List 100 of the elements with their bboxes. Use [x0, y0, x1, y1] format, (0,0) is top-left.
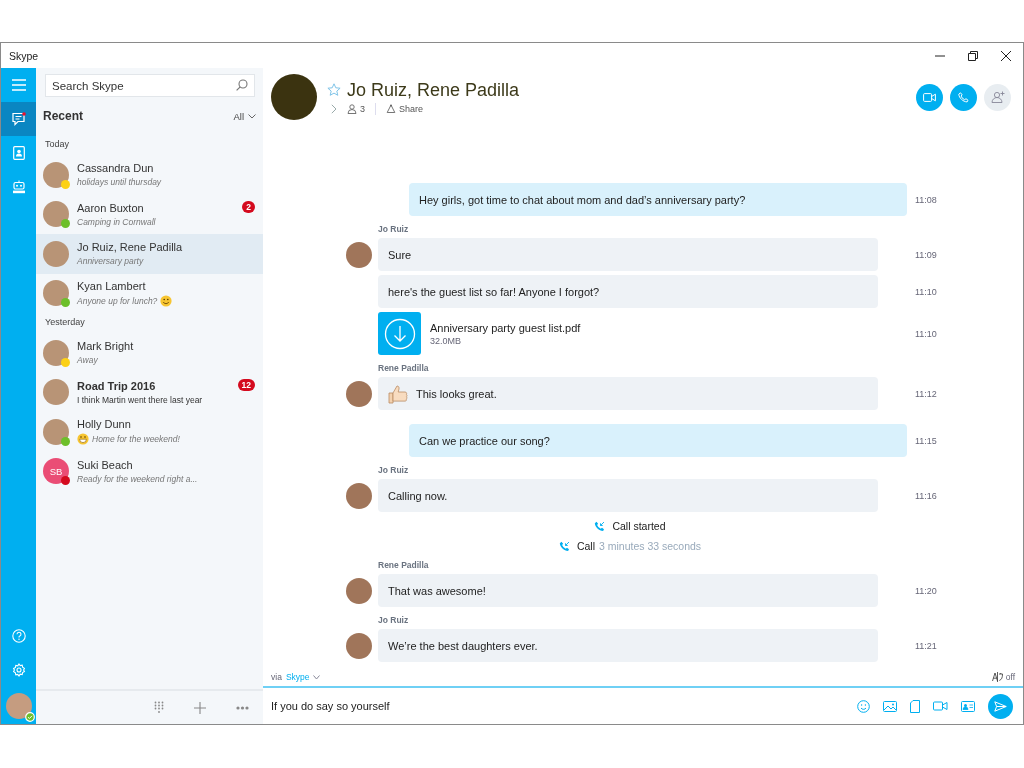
translator-toggle[interactable]: off: [991, 672, 1015, 682]
sender-name: Rene Padilla: [378, 363, 430, 373]
search-icon: [236, 79, 248, 91]
restore-icon[interactable]: [968, 50, 978, 61]
emoji-icon[interactable]: [857, 699, 870, 713]
recent-heading: Recent: [43, 109, 83, 123]
avatar-photo: [43, 418, 69, 445]
initials-avatar: SB: [43, 458, 69, 485]
unread-count-badge: 2: [242, 200, 255, 213]
message-preview: Anniversary party: [77, 256, 144, 267]
sender-name: Jo Ruiz: [378, 615, 410, 625]
share-icon: [386, 103, 396, 114]
search-field[interactable]: Search Skype: [45, 74, 255, 97]
send-button[interactable]: [988, 693, 1013, 719]
contact-card-icon[interactable]: [961, 700, 975, 712]
message-preview: holidays until thursday: [77, 177, 162, 188]
window-title: Skype: [9, 49, 39, 62]
conversation-item[interactable]: SB Suki Beach Ready for the weekend right a...: [36, 451, 263, 491]
message-time: 11:15: [915, 435, 938, 446]
chats-tab[interactable]: [1, 102, 36, 136]
message-time: 11:09: [915, 249, 938, 260]
star-icon[interactable]: [327, 83, 341, 97]
contact-name: Jo Ruiz, Rene Padilla: [77, 241, 184, 254]
conversation-item[interactable]: Road Trip 2016 I think Martin went there last year 12: [36, 372, 263, 412]
image-icon[interactable]: [883, 700, 897, 712]
file-size: 32.0MB: [430, 335, 463, 346]
profile-avatar[interactable]: [5, 693, 32, 719]
robot-icon[interactable]: [11, 180, 26, 194]
menu-icon[interactable]: [11, 79, 26, 91]
sender-name: Jo Ruiz: [378, 465, 410, 475]
conversation-item[interactable]: Kyan Lambert Anyone up for lunch?: [36, 273, 263, 313]
translate-icon: [991, 672, 1003, 682]
date-group-label: Yesterday: [44, 316, 86, 329]
add-people-button[interactable]: [984, 83, 1011, 111]
message-text: Calling now.: [388, 489, 448, 502]
contact-name: Aaron Buxton: [77, 201, 145, 214]
avatar-photo: [43, 339, 69, 366]
chevron-down-icon: [248, 113, 256, 119]
call-icon: [558, 540, 570, 552]
avatar-photo: [43, 240, 69, 267]
participants-button[interactable]: 3: [347, 103, 365, 114]
video-message-icon[interactable]: [933, 701, 948, 711]
contact-name: Holly Dunn: [77, 418, 132, 431]
message-time: 11:21: [915, 640, 938, 651]
message-preview: Away: [77, 355, 98, 366]
message-text: That was awesome!: [388, 584, 486, 597]
file-icon[interactable]: [910, 699, 920, 713]
message-time: 11:20: [915, 585, 938, 596]
avatar-photo: [43, 201, 69, 228]
send-icon: [994, 700, 1007, 712]
message-preview: I think Martin went there last year: [77, 394, 203, 405]
message-text: We’re the best daughters ever.: [388, 639, 538, 652]
sender-avatar: [346, 632, 372, 659]
video-call-button[interactable]: [916, 83, 943, 111]
contact-name: Suki Beach: [77, 458, 134, 471]
conversation-item[interactable]: Mark Bright Away: [36, 333, 263, 373]
conversation-item[interactable]: Cassandra Dun holidays until thursday: [36, 155, 263, 195]
message-time: 11:10: [915, 328, 938, 339]
chat-icon: [11, 112, 26, 126]
contacts-icon[interactable]: [12, 146, 25, 160]
download-icon: [383, 317, 416, 350]
avatar-photo: [43, 379, 69, 406]
conversation-item[interactable]: Aaron Buxton Camping in Cornwall 2: [36, 194, 263, 234]
help-icon[interactable]: [11, 629, 26, 643]
filter-dropdown[interactable]: All: [233, 110, 256, 122]
message-text: Sure: [388, 248, 412, 261]
message-preview: Anyone up for lunch?: [77, 295, 158, 306]
sent-message: Hey girls, got time to chat about mom and dad’s anniversary party?: [409, 183, 907, 216]
via-label: via: [271, 672, 282, 682]
add-icon[interactable]: [194, 701, 206, 714]
avatar-photo: [43, 280, 69, 307]
conversation-item[interactable]: Jo Ruiz, Rene Padilla Anniversary party: [36, 234, 263, 274]
unread-count-badge: 12: [237, 378, 255, 391]
settings-icon[interactable]: [11, 663, 26, 677]
share-button[interactable]: Share: [386, 103, 424, 114]
message-text: here's the guest list so far! Anyone I forgot?: [388, 285, 600, 298]
sender-name: Jo Ruiz: [378, 224, 410, 234]
message-preview: Camping in Cornwall: [77, 216, 156, 227]
contact-name: Cassandra Dun: [77, 162, 155, 175]
add-person-icon: [990, 91, 1005, 103]
chevron-right-icon[interactable]: [331, 103, 337, 114]
sender-name: Rene Padilla: [378, 560, 430, 570]
message-time: 11:12: [915, 388, 938, 399]
sender-avatar: [346, 577, 372, 604]
download-file-button[interactable]: [378, 312, 421, 355]
message-time: 11:08: [915, 194, 938, 205]
contact-name: Road Trip 2016: [77, 379, 157, 392]
message-text: This looks great.: [416, 387, 497, 400]
more-icon[interactable]: [236, 705, 249, 710]
avatar-photo: [43, 161, 69, 188]
conversation-item[interactable]: Holly Dunn Home for the weekend!: [36, 412, 263, 452]
close-icon[interactable]: [1001, 50, 1011, 61]
audio-call-button[interactable]: [950, 83, 977, 111]
conversation-title: Jo Ruiz, Rene Padilla: [347, 79, 520, 101]
dialpad-icon[interactable]: [154, 701, 164, 714]
person-icon: [347, 103, 357, 114]
file-name[interactable]: Anniversary party guest list.pdf: [430, 321, 581, 334]
message-preview: Ready for the weekend right a...: [77, 473, 198, 484]
contact-name: Mark Bright: [77, 340, 135, 353]
group-avatar-photo: [271, 74, 317, 120]
